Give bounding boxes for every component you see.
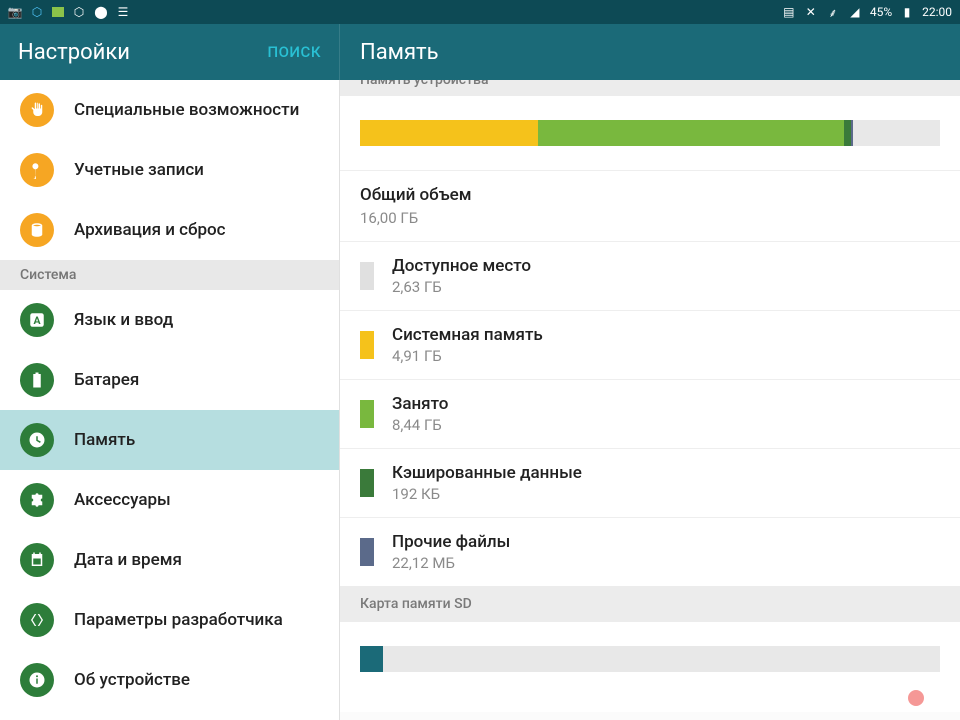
sidebar-item-label: Архивация и сброс bbox=[74, 220, 226, 240]
sidebar-item[interactable]: Дата и время bbox=[0, 530, 339, 590]
status-right: ▤ ✕ ⸙ ◢ 45% ▮ 22:00 bbox=[782, 5, 952, 19]
puzzle-icon bbox=[20, 483, 54, 517]
storage-row[interactable]: Кэшированные данные 192 КБ bbox=[340, 448, 960, 517]
sd-bar-container bbox=[340, 622, 960, 712]
sidebar-item[interactable]: Батарея bbox=[0, 350, 339, 410]
clock: 22:00 bbox=[922, 5, 952, 19]
storage-clock-icon bbox=[20, 423, 54, 457]
battery-icon bbox=[20, 363, 54, 397]
row-title: Системная память bbox=[392, 325, 543, 345]
info-icon bbox=[20, 663, 54, 697]
row-subtitle: 22,12 МБ bbox=[392, 554, 510, 572]
row-title: Доступное место bbox=[392, 256, 531, 276]
sidebar-item[interactable]: A Язык и ввод bbox=[0, 290, 339, 350]
letter-a-icon: A bbox=[20, 303, 54, 337]
hand-icon bbox=[20, 93, 54, 127]
sidebar-item-label: Параметры разработчика bbox=[74, 610, 283, 630]
color-swatch bbox=[360, 400, 374, 428]
sidebar-item-label: Батарея bbox=[74, 370, 139, 390]
sidebar-item-label: Учетные записи bbox=[74, 160, 204, 180]
battery-percent: 45% bbox=[870, 5, 892, 19]
row-subtitle: 8,44 ГБ bbox=[392, 416, 448, 434]
sidebar[interactable]: Специальные возможности Учетные записи Арх… bbox=[0, 80, 340, 720]
sidebar-item[interactable]: Параметры разработчика bbox=[0, 590, 339, 650]
sidebar-item-label: Специальные возможности bbox=[74, 100, 299, 120]
color-swatch bbox=[360, 469, 374, 497]
wifi-icon: ⸙ bbox=[826, 5, 840, 19]
device-storage-header: Память устройства bbox=[340, 80, 960, 96]
assist-dot-icon bbox=[908, 690, 924, 706]
row-subtitle: 192 КБ bbox=[392, 485, 582, 503]
storage-row[interactable]: Занято 8,44 ГБ bbox=[340, 379, 960, 448]
row-title: Кэшированные данные bbox=[392, 463, 582, 483]
row-subtitle: 2,63 ГБ bbox=[392, 278, 531, 296]
battery-icon: ▮ bbox=[900, 5, 914, 19]
sd-storage-bar bbox=[360, 646, 940, 672]
row-title: Прочие файлы bbox=[392, 532, 510, 552]
content[interactable]: Память устройства Общий объем 16,00 ГБ Дост… bbox=[340, 80, 960, 720]
header-left: Настройки ПОИСК bbox=[0, 24, 340, 80]
mute-icon: ✕ bbox=[804, 5, 818, 19]
total-storage-block[interactable]: Общий объем 16,00 ГБ bbox=[340, 170, 960, 241]
signal-icon: ◢ bbox=[848, 5, 862, 19]
sd-card-header: Карта памяти SD bbox=[340, 586, 960, 622]
page-title: Память bbox=[360, 40, 439, 65]
refresh-db-icon bbox=[20, 213, 54, 247]
storage-segment bbox=[844, 120, 851, 146]
app-icon-2 bbox=[52, 7, 64, 17]
app-icon: ⬡ bbox=[30, 5, 44, 19]
color-swatch bbox=[360, 331, 374, 359]
row-subtitle: 4,91 ГБ bbox=[392, 347, 543, 365]
shield-icon: ⬡ bbox=[72, 5, 86, 19]
sidebar-item-label: Язык и ввод bbox=[74, 310, 173, 330]
total-label: Общий объем bbox=[360, 185, 940, 205]
storage-bar-container bbox=[340, 96, 960, 170]
search-button[interactable]: ПОИСК bbox=[267, 43, 321, 61]
sidebar-item[interactable]: Учетные записи bbox=[0, 140, 339, 200]
sidebar-item-label: Аксессуары bbox=[74, 490, 171, 510]
row-title: Занято bbox=[392, 394, 448, 414]
storage-row[interactable]: Системная память 4,91 ГБ bbox=[340, 310, 960, 379]
storage-row[interactable]: Прочие файлы 22,12 МБ bbox=[340, 517, 960, 586]
settings-title: Настройки bbox=[18, 40, 130, 65]
sidebar-item[interactable]: Аксессуары bbox=[0, 470, 339, 530]
storage-segment bbox=[851, 120, 853, 146]
sidebar-section-header: Система bbox=[0, 260, 339, 290]
sidebar-item[interactable]: Специальные возможности bbox=[0, 80, 339, 140]
svg-text:A: A bbox=[33, 314, 41, 327]
sidebar-item-label: Дата и время bbox=[74, 550, 182, 570]
total-value: 16,00 ГБ bbox=[360, 209, 940, 227]
badge-icon: ⬤ bbox=[94, 5, 108, 19]
key-icon bbox=[20, 153, 54, 187]
status-left: 📷 ⬡ ⬡ ⬤ ☰ bbox=[8, 5, 130, 19]
link-icon: ☰ bbox=[116, 5, 130, 19]
storage-bar bbox=[360, 120, 940, 146]
body: Специальные возможности Учетные записи Арх… bbox=[0, 80, 960, 720]
sidebar-item[interactable]: Архивация и сброс bbox=[0, 200, 339, 260]
storage-segment bbox=[538, 120, 844, 146]
sd-segment bbox=[360, 646, 383, 672]
header-right: Память bbox=[340, 24, 960, 80]
camera-icon: 📷 bbox=[8, 5, 22, 19]
sidebar-item[interactable]: Об устройстве bbox=[0, 650, 339, 710]
cast-icon: ▤ bbox=[782, 5, 796, 19]
sidebar-item-label: Память bbox=[74, 430, 135, 450]
storage-segment bbox=[360, 120, 538, 146]
color-swatch bbox=[360, 262, 374, 290]
dev-icon bbox=[20, 603, 54, 637]
sidebar-item-label: Об устройстве bbox=[74, 670, 190, 690]
storage-row[interactable]: Доступное место 2,63 ГБ bbox=[340, 241, 960, 310]
sidebar-item[interactable]: Память bbox=[0, 410, 339, 470]
color-swatch bbox=[360, 538, 374, 566]
calendar-icon bbox=[20, 543, 54, 577]
app-header: Настройки ПОИСК Память bbox=[0, 24, 960, 80]
status-bar: 📷 ⬡ ⬡ ⬤ ☰ ▤ ✕ ⸙ ◢ 45% ▮ 22:00 bbox=[0, 0, 960, 24]
